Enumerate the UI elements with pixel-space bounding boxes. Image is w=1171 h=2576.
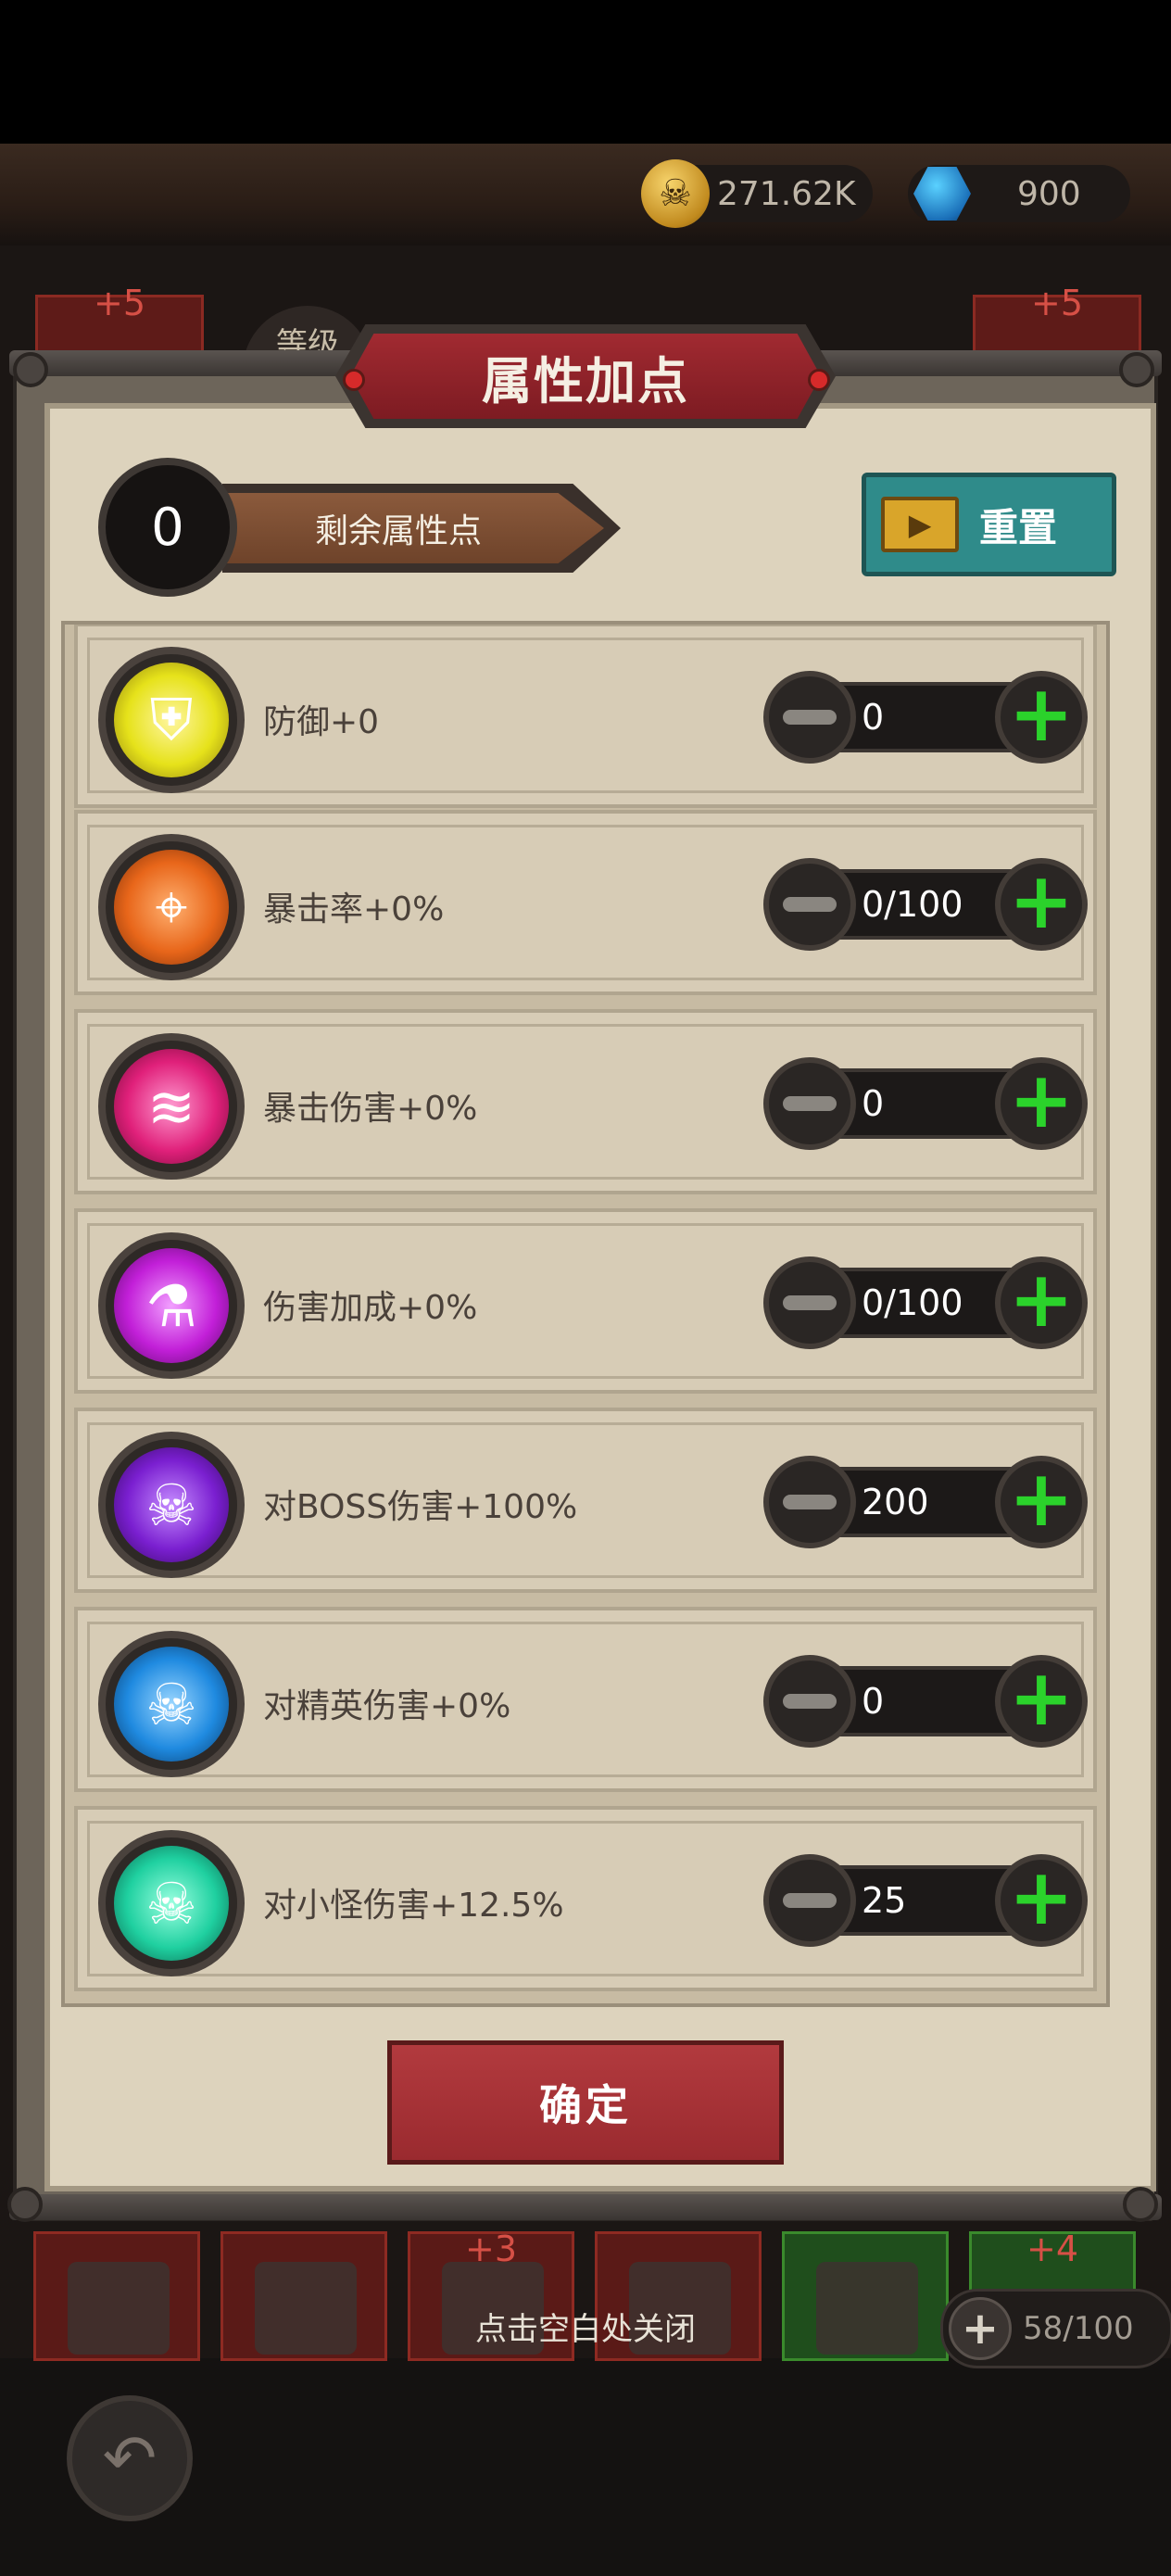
increase-button[interactable]: + bbox=[995, 1057, 1088, 1150]
stat-row-crit-damage: ≋ 暴击伤害+0% 0 + bbox=[74, 1009, 1097, 1194]
stat-row-elite-damage: ☠ 对精英伤害+0% 0 + bbox=[74, 1607, 1097, 1792]
stat-stepper: 25 + bbox=[763, 1850, 1088, 1951]
plus-icon: + bbox=[1008, 1054, 1075, 1145]
plus-icon: + bbox=[949, 2297, 1012, 2360]
stat-label: 对精英伤害+0% bbox=[263, 1687, 511, 1725]
potion-bottles-icon: ⚗ bbox=[98, 1232, 245, 1379]
stat-label: 对小怪伤害+12.5% bbox=[263, 1887, 564, 1925]
coin-counter: ☠ 271.62K bbox=[641, 159, 873, 228]
horned-skull-icon: ☠ bbox=[98, 1432, 245, 1578]
minus-icon bbox=[783, 710, 837, 725]
minus-icon bbox=[783, 1096, 837, 1111]
rivet-icon bbox=[7, 2187, 43, 2222]
stat-stepper: 0 + bbox=[763, 1054, 1088, 1154]
remaining-points-value: 0 bbox=[98, 458, 237, 597]
stat-value: 0 bbox=[862, 697, 885, 738]
minus-icon bbox=[783, 1694, 837, 1709]
elite-skull-icon: ☠ bbox=[98, 1631, 245, 1777]
dialog-bottom-rail bbox=[9, 2194, 1162, 2220]
stat-row-damage-bonus: ⚗ 伤害加成+0% 0/100 + bbox=[74, 1208, 1097, 1394]
increase-button[interactable]: + bbox=[995, 1655, 1088, 1748]
stat-value: 25 bbox=[862, 1880, 907, 1921]
plus-icon: + bbox=[1008, 1652, 1075, 1743]
crosshair-icon: ⌖ bbox=[98, 834, 245, 980]
banner-gem-icon bbox=[808, 369, 830, 391]
minus-icon bbox=[783, 1295, 837, 1310]
stat-label: 伤害加成+0% bbox=[263, 1289, 478, 1327]
inventory-capacity[interactable]: + 58/100 bbox=[940, 2289, 1171, 2368]
plus-icon: + bbox=[1008, 855, 1075, 946]
stat-stepper: 0/100 + bbox=[763, 1253, 1088, 1353]
remaining-points-label: 剩余属性点 bbox=[222, 493, 604, 563]
banner-gem-icon bbox=[343, 369, 365, 391]
back-button[interactable]: ↶ bbox=[67, 2395, 193, 2521]
decrease-button[interactable] bbox=[763, 1854, 856, 1947]
plus-icon: + bbox=[1008, 1851, 1075, 1942]
claw-slash-icon: ≋ bbox=[98, 1033, 245, 1180]
skull-coin-icon: ☠ bbox=[641, 159, 710, 228]
increase-button[interactable]: + bbox=[995, 1854, 1088, 1947]
increase-button[interactable]: + bbox=[995, 1256, 1088, 1349]
stat-label: 防御+0 bbox=[263, 703, 380, 741]
video-ad-icon: ▶ bbox=[881, 497, 959, 552]
dialog-title: 属性加点 bbox=[350, 334, 821, 419]
minion-skull-icon: ☠ bbox=[98, 1830, 245, 1976]
confirm-button[interactable]: 确定 bbox=[387, 2040, 784, 2165]
stat-row-boss-damage: ☠ 对BOSS伤害+100% 200 + bbox=[74, 1408, 1097, 1593]
decrease-button[interactable] bbox=[763, 858, 856, 951]
decrease-button[interactable] bbox=[763, 1057, 856, 1150]
capacity-value: 58/100 bbox=[1023, 2310, 1134, 2347]
increase-button[interactable]: + bbox=[995, 671, 1088, 764]
stat-stepper: 200 + bbox=[763, 1452, 1088, 1552]
stat-label: 暴击伤害+0% bbox=[263, 1090, 478, 1128]
stat-stepper: 0 + bbox=[763, 1651, 1088, 1751]
gem-counter: 900 bbox=[908, 165, 1130, 222]
decrease-button[interactable] bbox=[763, 1655, 856, 1748]
plus-icon: + bbox=[1008, 1254, 1075, 1345]
stat-value: 0 bbox=[862, 1083, 885, 1124]
coin-amount: 271.62K bbox=[717, 174, 856, 213]
decrease-button[interactable] bbox=[763, 671, 856, 764]
stat-row-defense: ⛨ 防御+0 0 + bbox=[74, 625, 1097, 808]
back-arrow-icon: ↶ bbox=[102, 2420, 157, 2496]
minus-icon bbox=[783, 897, 837, 912]
rivet-icon bbox=[13, 352, 48, 387]
stat-label: 对BOSS伤害+100% bbox=[263, 1488, 578, 1526]
equip-upgrade-badge: +4 bbox=[1026, 2229, 1079, 2269]
stat-stepper: 0/100 + bbox=[763, 854, 1088, 954]
plus-icon: + bbox=[1008, 668, 1075, 759]
shield-icon: ⛨ bbox=[98, 647, 245, 793]
reset-button[interactable]: ▶ 重置 bbox=[862, 473, 1116, 576]
decrease-button[interactable] bbox=[763, 1456, 856, 1548]
increase-button[interactable]: + bbox=[995, 858, 1088, 951]
reset-label: 重置 bbox=[979, 504, 1058, 550]
stat-label: 暴击率+0% bbox=[263, 890, 445, 928]
rivet-icon bbox=[1123, 2187, 1158, 2222]
minus-icon bbox=[783, 1495, 837, 1509]
stat-value: 0 bbox=[862, 1681, 885, 1722]
stat-value: 0/100 bbox=[862, 884, 963, 925]
stat-stepper: 0 + bbox=[763, 667, 1088, 767]
plus-icon: + bbox=[1008, 1453, 1075, 1544]
stat-row-crit-rate: ⌖ 暴击率+0% 0/100 + bbox=[74, 810, 1097, 995]
gem-amount: 900 bbox=[1017, 174, 1081, 213]
minus-icon bbox=[783, 1893, 837, 1908]
stat-value: 200 bbox=[862, 1482, 929, 1522]
increase-button[interactable]: + bbox=[995, 1456, 1088, 1548]
rivet-icon bbox=[1119, 352, 1154, 387]
stat-value: 0/100 bbox=[862, 1282, 963, 1323]
decrease-button[interactable] bbox=[763, 1256, 856, 1349]
blue-gem-icon bbox=[906, 161, 978, 226]
stat-list[interactable]: ⛨ 防御+0 0 + ⌖ 暴击率+0% 0/100 + ≋ 暴击伤害+0% 0 … bbox=[61, 621, 1110, 2007]
stat-row-minion-damage: ☠ 对小怪伤害+12.5% 25 + bbox=[74, 1806, 1097, 1991]
